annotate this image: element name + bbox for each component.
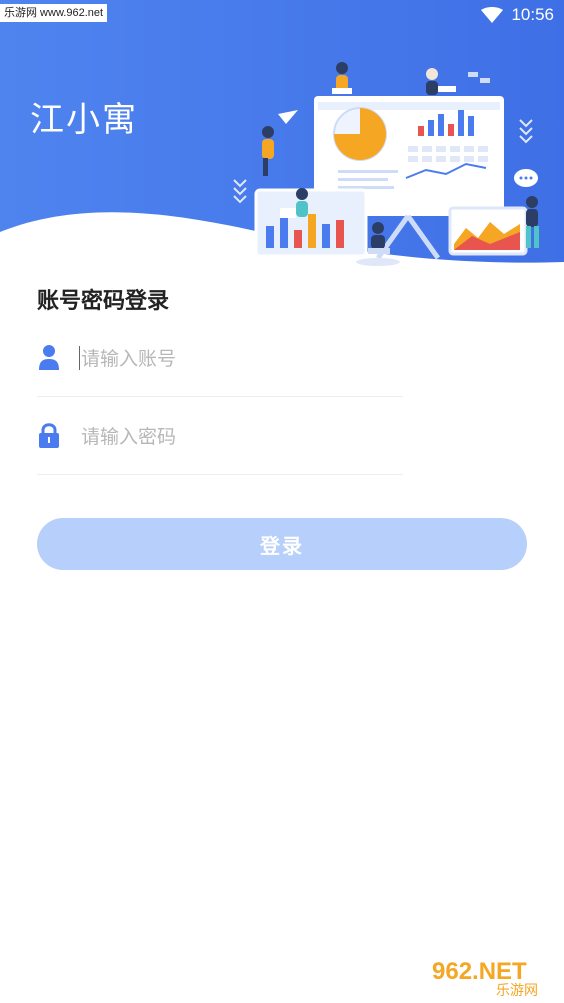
status-bar: 10:56 — [481, 4, 554, 26]
person-figure — [332, 62, 352, 94]
watermark-logo-sub: 乐游网 — [496, 983, 538, 997]
username-field[interactable] — [37, 318, 403, 397]
user-icon — [39, 345, 59, 370]
person-figure — [426, 68, 456, 95]
password-input[interactable] — [79, 414, 393, 460]
status-time: 10:56 — [511, 5, 554, 24]
person-figure — [526, 196, 539, 248]
username-input[interactable] — [79, 336, 393, 382]
watermark-logo-brand: 962.NET — [432, 958, 527, 985]
login-form-title: 账号密码登录 — [37, 289, 170, 314]
password-field[interactable] — [37, 396, 403, 475]
lock-icon — [39, 423, 59, 448]
wifi-icon — [481, 7, 504, 23]
person-figure — [262, 110, 298, 176]
header-illustration — [233, 62, 539, 266]
login-button[interactable]: 登录 — [37, 518, 527, 570]
watermark-logo: 962.NET 乐游网 — [432, 958, 538, 997]
watermark-top: 乐游网 www.962.net — [0, 4, 108, 22]
satellite-icon — [468, 72, 490, 83]
app-title: 江小寓 — [30, 100, 138, 140]
header-banner: 乐游网 www.962.net 10:56 江小寓 — [0, 0, 564, 270]
text-cursor — [79, 346, 80, 370]
